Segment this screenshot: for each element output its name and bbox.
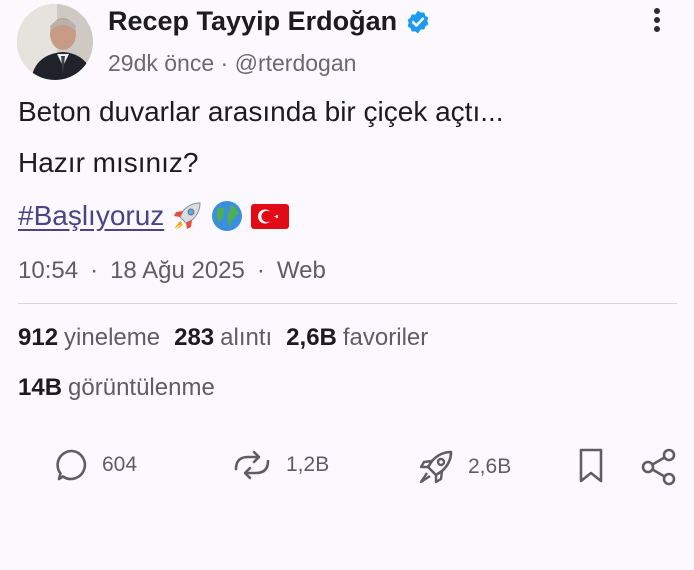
- post-time: 10:54: [18, 257, 79, 284]
- views-count: 14B: [18, 374, 63, 401]
- quote-label: alıntı: [220, 324, 273, 351]
- turkey-flag-emoji: [250, 199, 290, 233]
- repost-action-count: 1,2B: [286, 453, 330, 476]
- favorite-stat[interactable]: 2,6B favoriler: [286, 324, 442, 351]
- hashtag-link[interactable]: #Başlıyoruz: [18, 200, 164, 232]
- more-vertical-icon[interactable]: [648, 6, 666, 36]
- globe-emoji: [210, 199, 244, 233]
- meta-separator: ·: [220, 50, 229, 76]
- share-button[interactable]: [640, 447, 678, 487]
- post-text-line-2: Hazır mısınız?: [18, 147, 199, 178]
- hashtag-row: #Başlıyoruz: [18, 199, 290, 233]
- repost-count: 912: [18, 324, 59, 351]
- quote-count: 283: [174, 324, 215, 351]
- favorite-count: 2,6B: [286, 324, 337, 351]
- post-date: 18 Ağu 2025: [110, 257, 245, 284]
- author-handle[interactable]: @rterdogan: [235, 50, 357, 76]
- favorite-label: favoriler: [342, 324, 429, 351]
- date-separator: ·: [256, 257, 265, 284]
- views-row: 14B görüntülenme: [18, 374, 229, 402]
- post-text-line-1: Beton duvarlar arasında bir çiçek açtı..…: [18, 96, 504, 127]
- relative-time: 29dk önce: [108, 50, 215, 76]
- favorite-button[interactable]: 2,6B: [416, 447, 511, 487]
- favorite-action-count: 2,6B: [468, 455, 512, 478]
- time-separator: ·: [90, 257, 99, 284]
- verified-badge-icon: [405, 9, 431, 35]
- author-display-name[interactable]: Recep Tayyip Erdoğan: [108, 6, 397, 37]
- avatar[interactable]: [17, 4, 93, 80]
- quote-stat[interactable]: 283 alıntı: [174, 324, 286, 351]
- reply-button[interactable]: 604: [54, 447, 137, 483]
- stats-row: 912 yineleme 283 alıntı 2,6B favoriler: [18, 324, 442, 352]
- repost-icon: [230, 447, 274, 483]
- post-source: Web: [276, 257, 326, 284]
- repost-label: yineleme: [64, 324, 161, 351]
- share-icon: [640, 447, 678, 487]
- post-meta: 29dk önce · @rterdogan: [108, 50, 356, 77]
- reply-icon: [54, 447, 90, 483]
- views-label: görüntülenme: [68, 374, 215, 401]
- repost-button[interactable]: 1,2B: [230, 447, 329, 483]
- reply-count: 604: [102, 453, 138, 476]
- rocket-favorite-icon: [416, 447, 456, 487]
- rocket-emoji: [170, 199, 204, 233]
- divider: [18, 303, 677, 304]
- bookmark-button[interactable]: [578, 447, 604, 485]
- repost-stat[interactable]: 912 yineleme: [18, 324, 174, 351]
- author-row: Recep Tayyip Erdoğan: [108, 6, 431, 37]
- post-timestamp: 10:54 · 18 Ağu 2025 · Web: [18, 257, 326, 285]
- bookmark-icon: [578, 447, 604, 485]
